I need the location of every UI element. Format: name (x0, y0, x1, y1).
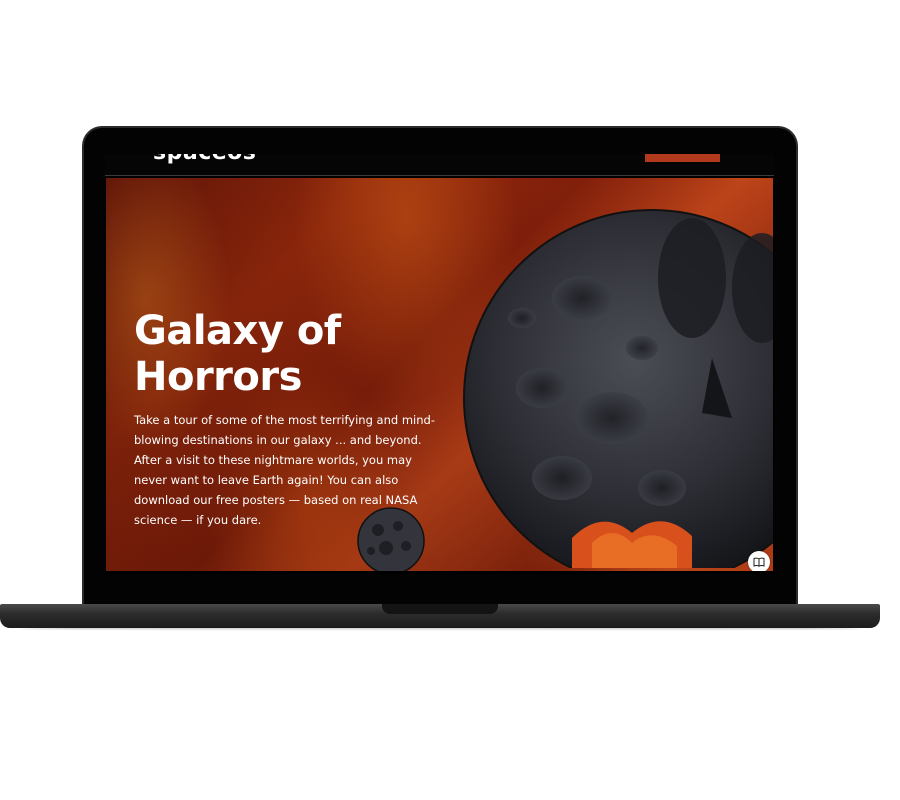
hero-description: Take a tour of some of the most terrifyi… (134, 413, 435, 527)
laptop-screen: spaceos (105, 154, 774, 574)
laptop-notch (382, 604, 498, 614)
site-header: spaceos (105, 154, 774, 176)
reader-mode-button[interactable] (748, 551, 770, 571)
laptop-mockup: spaceos (0, 0, 900, 800)
skull-planet-illustration (463, 209, 773, 568)
header-cta-button[interactable] (645, 154, 720, 162)
book-icon (753, 557, 765, 567)
hero-banner: Galaxy of Horrors Take a tour of some of… (106, 178, 773, 571)
site-logo[interactable]: spaceos (153, 154, 256, 164)
laptop-shadow (20, 627, 860, 631)
hero-title: Galaxy of Horrors (134, 308, 341, 400)
